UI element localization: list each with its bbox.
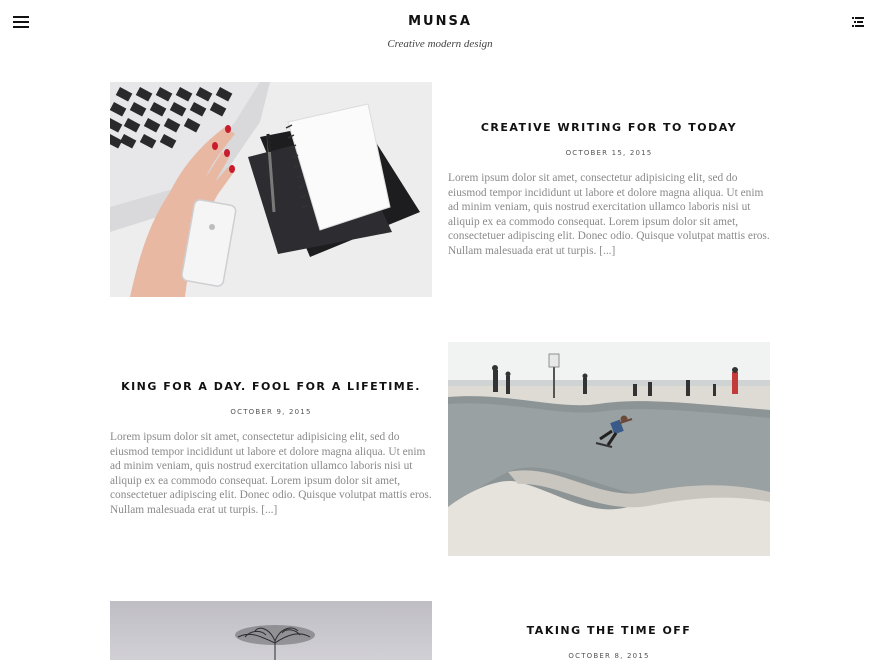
post-thumbnail-skatepark[interactable]	[448, 342, 770, 556]
site-tagline: Creative modern design	[387, 38, 493, 50]
post-date: OCTOBER 9, 2015	[230, 408, 312, 416]
post-date: OCTOBER 15, 2015	[565, 149, 653, 157]
post-title[interactable]: TAKING THE TIME OFF	[448, 624, 770, 637]
list-view-icon[interactable]	[852, 16, 864, 28]
post-title[interactable]: CREATIVE WRITING FOR TO TODAY	[448, 121, 770, 134]
site-title[interactable]: MUNSA	[0, 14, 880, 29]
post-excerpt: Lorem ipsum dolor sit amet, consectetur …	[110, 431, 432, 516]
post-excerpt: Lorem ipsum dolor sit amet, consectetur …	[448, 172, 770, 257]
post-date: OCTOBER 8, 2015	[568, 652, 650, 660]
post-thumbnail-laptop[interactable]	[110, 82, 432, 297]
post-thumbnail-tree[interactable]	[110, 601, 432, 660]
post-title[interactable]: KING FOR A DAY. FOOL FOR A LIFETIME.	[110, 380, 432, 393]
